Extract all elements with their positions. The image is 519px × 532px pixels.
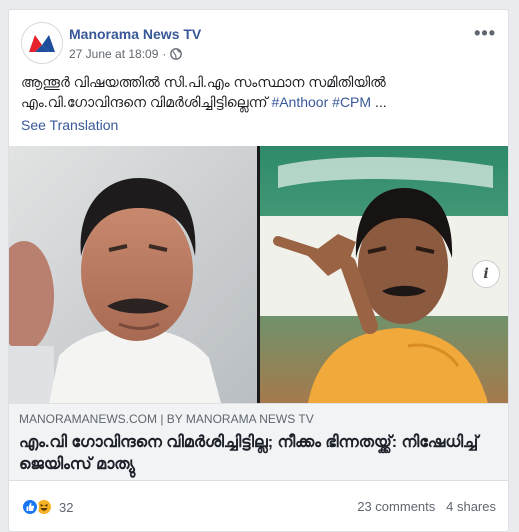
more-options-icon[interactable]: ••• — [474, 24, 496, 42]
photo-right-person — [258, 146, 508, 403]
comments-count-link[interactable]: 23 comments — [357, 499, 435, 514]
post-text-line2-text: എം.വി.ഗോവിന്ദനെ വിമർശിച്ചിട്ടില്ലെന്ന് — [21, 94, 268, 110]
like-icon — [21, 498, 39, 516]
post-stats: 32 23 comments 4 shares — [9, 480, 508, 531]
photo-left-person — [9, 146, 258, 403]
post-card: Manorama News TV 27 June at 18:09 · ••• … — [8, 9, 509, 532]
post-timestamp[interactable]: 27 June at 18:09 — [69, 47, 158, 61]
post-meta: 27 June at 18:09 · — [69, 47, 183, 61]
manorama-logo — [22, 23, 62, 63]
image-divider — [257, 146, 260, 403]
page-avatar[interactable] — [21, 22, 63, 64]
link-title[interactable]: എം.വി ഗോവിന്ദനെ വിമർശിച്ചിട്ടില്ല; നീക്ക… — [19, 432, 489, 476]
reactions-summary[interactable]: 32 — [21, 498, 73, 516]
hashtag-cpm[interactable]: #CPM — [332, 94, 371, 110]
post-text: ആന്തൂർ വിഷയത്തിൽ സി.പി.എം സംസ്ഥാന സമിതിയ… — [21, 72, 496, 112]
link-source: MANORAMANEWS.COM | BY MANORAMA NEWS TV — [19, 412, 314, 426]
meta-separator: · — [162, 47, 167, 61]
reactions-count: 32 — [59, 499, 74, 515]
post-header: Manorama News TV 27 June at 18:09 · ••• — [21, 22, 496, 66]
link-preview[interactable]: MANORAMANEWS.COM | BY MANORAMA NEWS TV എ… — [9, 403, 508, 480]
globe-icon[interactable] — [170, 48, 183, 60]
info-icon[interactable]: i — [472, 260, 500, 288]
post-text-line1: ആന്തൂർ വിഷയത്തിൽ സി.പി.എം സംസ്ഥാന സമിതിയ… — [21, 74, 386, 90]
link-image[interactable] — [9, 146, 508, 403]
shares-count-link[interactable]: 4 shares — [446, 499, 496, 514]
see-translation-link[interactable]: See Translation — [21, 117, 118, 133]
post-text-line2: എം.വി.ഗോവിന്ദനെ വിമർശിച്ചിട്ടില്ലെന്ന് #… — [21, 92, 496, 112]
page-name-link[interactable]: Manorama News TV — [69, 26, 201, 42]
stat-links: 23 comments 4 shares — [357, 499, 496, 514]
see-more-ellipsis[interactable]: ... — [375, 94, 387, 110]
hashtag-anthoor[interactable]: #Anthoor — [271, 94, 328, 110]
